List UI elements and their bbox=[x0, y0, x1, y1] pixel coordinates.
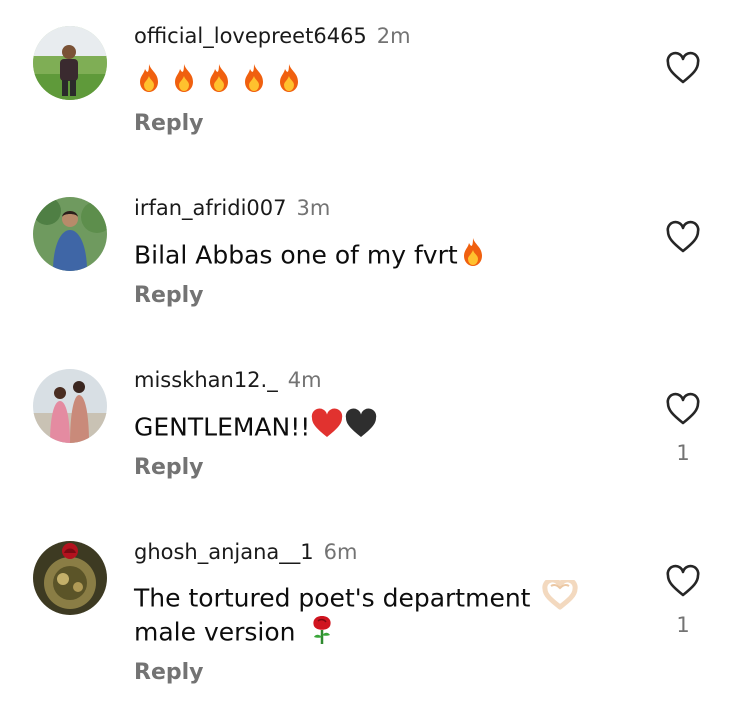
red-heart-icon bbox=[310, 408, 344, 449]
like-count: 1 bbox=[676, 441, 690, 465]
fire-icon bbox=[239, 62, 269, 103]
comment-text-content: The tortured poet's department bbox=[134, 583, 531, 613]
reply-button[interactable]: Reply bbox=[134, 283, 204, 308]
username[interactable]: misskhan12._ bbox=[134, 368, 278, 392]
timestamp: 4m bbox=[287, 368, 322, 392]
comment-item: official_lovepreet6465 2m Reply bbox=[0, 22, 740, 194]
avatar[interactable] bbox=[33, 541, 107, 615]
fire-icon bbox=[134, 62, 164, 103]
comment-meta: official_lovepreet6465 2m bbox=[134, 22, 411, 50]
comment-text: GENTLEMAN!! bbox=[134, 408, 378, 449]
comment-text-content: GENTLEMAN!! bbox=[134, 412, 311, 442]
avatar[interactable] bbox=[33, 369, 107, 443]
like-heart-icon[interactable] bbox=[664, 50, 702, 88]
reply-button[interactable]: Reply bbox=[134, 660, 204, 685]
like-heart-icon[interactable] bbox=[664, 563, 702, 601]
timestamp: 2m bbox=[376, 24, 411, 48]
comment-meta: irfan_afridi007 3m bbox=[134, 194, 330, 222]
rose-icon bbox=[307, 613, 337, 654]
fire-icon bbox=[458, 236, 488, 277]
timestamp: 6m bbox=[323, 540, 358, 564]
comment-text-line-2: male version bbox=[134, 613, 337, 654]
comment-item: misskhan12._ 4m GENTLEMAN!! Reply 1 bbox=[0, 366, 740, 538]
fire-icon bbox=[204, 62, 234, 103]
reply-button[interactable]: Reply bbox=[134, 455, 204, 480]
comment-item: irfan_afridi007 3m Bilal Abbas one of my … bbox=[0, 194, 740, 366]
like-heart-icon[interactable] bbox=[664, 219, 702, 257]
reply-button[interactable]: Reply bbox=[134, 111, 204, 136]
avatar[interactable] bbox=[33, 197, 107, 271]
comment-meta: ghosh_anjana__1 6m bbox=[134, 538, 358, 566]
comment-text: Bilal Abbas one of my fvrt bbox=[134, 236, 488, 277]
fire-icon bbox=[274, 62, 304, 103]
like-count: 1 bbox=[676, 613, 690, 637]
username[interactable]: official_lovepreet6465 bbox=[134, 24, 367, 48]
heart-hands-icon bbox=[542, 577, 579, 619]
fire-icon bbox=[169, 62, 199, 103]
timestamp: 3m bbox=[296, 196, 331, 220]
comment-meta: misskhan12._ 4m bbox=[134, 366, 322, 394]
avatar[interactable] bbox=[33, 26, 107, 100]
like-heart-icon[interactable] bbox=[664, 391, 702, 429]
username[interactable]: ghosh_anjana__1 bbox=[134, 540, 314, 564]
comment-text bbox=[134, 62, 304, 103]
comment-text-content: male version bbox=[134, 617, 296, 647]
comment-item: ghosh_anjana__1 6m The tortured poet's de… bbox=[0, 538, 740, 710]
username[interactable]: irfan_afridi007 bbox=[134, 196, 287, 220]
comment-text-content: Bilal Abbas one of my fvrt bbox=[134, 240, 458, 270]
black-heart-icon bbox=[344, 408, 378, 449]
